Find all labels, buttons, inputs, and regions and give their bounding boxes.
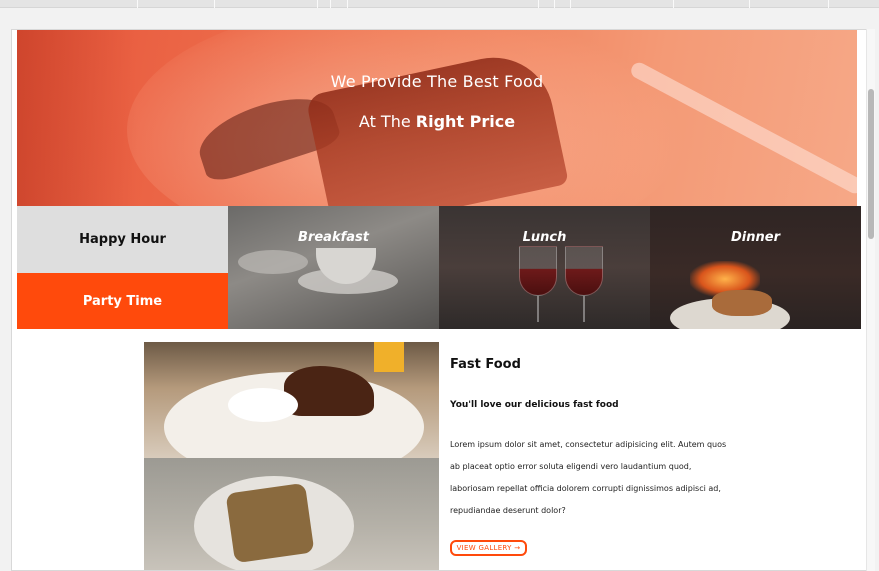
feature-description-line: Lorem ipsum dolor sit amet, consectetur …	[450, 440, 727, 449]
wine-glass-image	[519, 246, 557, 296]
chocolate-cake-image	[284, 366, 374, 416]
wine-glass-stem	[583, 296, 585, 322]
tab-divider	[673, 0, 674, 8]
tab-divider	[570, 0, 571, 8]
feature-description-line: laboriosam repellat officia dolorem corr…	[450, 484, 721, 493]
feature-description-line: repudiandae deserunt dolor?	[450, 506, 566, 515]
scrollbar-thumb[interactable]	[868, 89, 874, 239]
breakfast-plate-image	[238, 250, 308, 274]
tab-divider	[330, 0, 331, 8]
tab-divider	[554, 0, 555, 8]
page-scrollbar[interactable]	[866, 29, 875, 571]
category-tile-lunch[interactable]: Lunch	[439, 206, 650, 329]
tab-divider	[214, 0, 215, 8]
sponge-cake-image	[225, 482, 315, 564]
category-tile-breakfast[interactable]: Breakfast	[228, 206, 439, 329]
tab-divider	[828, 0, 829, 8]
page-viewport: We Provide The Best Food At The Right Pr…	[11, 29, 868, 571]
browser-tab-strip	[0, 0, 879, 8]
hero-subtagline-bold: Right Price	[415, 112, 516, 131]
tab-divider	[347, 0, 348, 8]
hero-subtagline-prefix: At The	[358, 112, 416, 131]
dessert-photo-bottom	[144, 458, 439, 570]
hero-banner: We Provide The Best Food At The Right Pr…	[17, 30, 857, 206]
category-tile-dinner[interactable]: Dinner	[650, 206, 861, 329]
happy-hour-button[interactable]: Happy Hour	[17, 206, 228, 273]
wine-glass-image	[565, 246, 603, 296]
category-label-dinner: Dinner	[731, 230, 780, 245]
category-label-lunch: Lunch	[522, 230, 567, 245]
tab-divider	[317, 0, 318, 8]
category-row: Happy Hour Party Time Breakfast Lunch Di…	[17, 206, 863, 329]
feature-description: Lorem ipsum dolor sit amet, consectetur …	[450, 434, 750, 522]
view-gallery-button[interactable]: VIEW GALLERY →	[450, 540, 527, 556]
category-label-breakfast: Breakfast	[298, 230, 369, 245]
tab-divider	[538, 0, 539, 8]
wine-glass-stem	[537, 296, 539, 322]
party-time-button[interactable]: Party Time	[17, 273, 228, 329]
hero-tagline: We Provide The Best Food	[330, 72, 544, 91]
juice-glass-image	[374, 342, 404, 372]
dinner-food-image	[712, 290, 772, 316]
dessert-photo-top	[144, 342, 439, 482]
feature-title: Fast Food	[450, 357, 521, 372]
tab-divider	[749, 0, 750, 8]
fast-food-photo	[144, 342, 439, 570]
tab-divider	[137, 0, 138, 8]
feature-subtitle: You'll love our delicious fast food	[450, 400, 619, 410]
feature-description-line: ab placeat optio error soluta eligendi v…	[450, 462, 692, 471]
cream-image	[228, 388, 298, 422]
hero-subtagline: At The Right Price	[17, 112, 857, 131]
